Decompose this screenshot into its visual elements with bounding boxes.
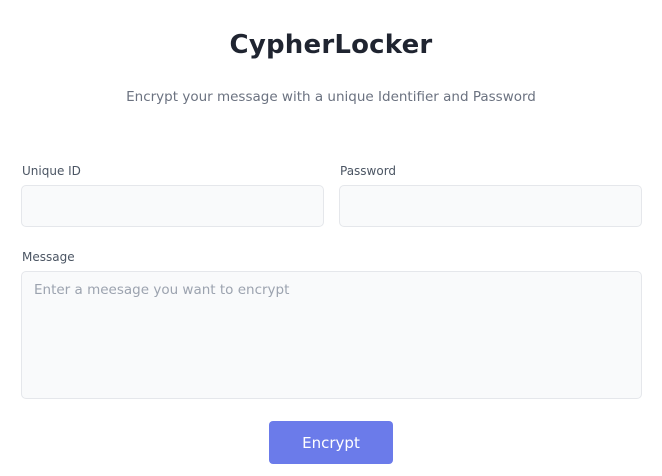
unique-id-label: Unique ID	[22, 164, 81, 178]
encrypt-button[interactable]: Encrypt	[269, 421, 393, 464]
page-title: CypherLocker	[229, 30, 433, 60]
message-label: Message	[22, 250, 75, 264]
unique-id-input[interactable]	[21, 185, 324, 227]
message-textarea[interactable]	[21, 271, 642, 399]
password-input[interactable]	[339, 185, 642, 227]
page-subtitle: Encrypt your message with a unique Ident…	[126, 89, 536, 105]
cypherlocker-page: CypherLocker Encrypt your message with a…	[0, 0, 662, 476]
password-label: Password	[340, 164, 397, 178]
